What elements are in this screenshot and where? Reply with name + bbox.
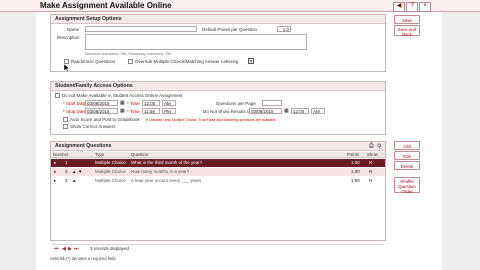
move-up-icon[interactable]: ▲ xyxy=(72,177,76,185)
prev-page-icon[interactable]: ◀ xyxy=(62,246,66,252)
pager-bar: ⏮ ◀ ▶ ⏭ 3 records displayed xyxy=(52,244,384,252)
show-results-date-input[interactable]: 03/08/2015 xyxy=(249,108,282,114)
row-number: 3 xyxy=(65,178,68,183)
setup-panel: Assignment Setup Options Name Default Po… xyxy=(50,14,386,72)
show-results-time-input[interactable]: 12:00 xyxy=(291,108,309,114)
stop-time-input[interactable]: 11:59 xyxy=(142,108,160,114)
name-input[interactable] xyxy=(85,26,197,32)
move-up-icon[interactable]: ▲ xyxy=(72,168,76,176)
row-points: 1.00 xyxy=(351,160,360,165)
access-panel: Student/Family Access Options Do not Mak… xyxy=(50,81,386,135)
required-note: Asterisk (*) denotes a required field. xyxy=(50,256,117,261)
row-question: What is the third month of the year? xyxy=(131,160,203,165)
questions-per-page-select[interactable] xyxy=(262,100,282,106)
col-question[interactable]: Question xyxy=(131,152,148,158)
shuffle-question-order-button[interactable]: Shuffle Question Order xyxy=(394,177,420,194)
auto-score-label: Auto Score and Post to Gradebook xyxy=(70,117,140,122)
access-heading: Student/Family Access Options xyxy=(51,82,385,91)
next-page-icon[interactable]: ▶ xyxy=(68,246,72,252)
delete-button[interactable]: Delete xyxy=(394,161,420,170)
left-margin xyxy=(0,0,36,270)
save-button[interactable]: Save xyxy=(394,15,420,24)
row-points: 1.00 xyxy=(351,178,360,183)
questions-per-page-label: Questions per Page xyxy=(216,101,256,106)
start-date-label: * Start Date xyxy=(63,101,87,106)
not-available-label: Do not Make Available in Student Access … xyxy=(62,93,183,98)
show-correct-label: Show Correct Answers xyxy=(70,124,116,129)
move-down-icon[interactable]: ▼ xyxy=(78,168,82,176)
start-time-input[interactable]: 12:00 xyxy=(142,100,160,106)
show-correct-checkbox[interactable] xyxy=(63,124,68,129)
row-type: Multiple Choice xyxy=(95,160,126,165)
row-question: A leap year occurs every ___ years xyxy=(131,178,202,183)
stop-date-label: * Stop Date xyxy=(63,109,87,114)
row-show: N xyxy=(369,160,373,165)
records-count: 3 records displayed xyxy=(90,246,130,251)
not-available-checkbox[interactable] xyxy=(55,93,60,98)
points-label: Default Points per Question xyxy=(202,27,258,32)
table-row[interactable]: ▸ 1 Multiple Choice What is the third mo… xyxy=(51,159,385,167)
start-calendar-icon[interactable]: ▦ xyxy=(120,100,125,106)
question-help-icon[interactable]: ? xyxy=(248,58,254,64)
save-and-back-button[interactable]: Save and Back xyxy=(394,25,420,37)
col-points[interactable]: Points xyxy=(347,152,359,158)
right-margin xyxy=(442,0,480,270)
override-checkbox[interactable] xyxy=(128,59,133,64)
table-row[interactable]: ▸ 3 ▲ Multiple Choice A leap year occurs… xyxy=(51,177,385,185)
start-time-label: * Time xyxy=(127,101,140,106)
close-icon[interactable]: × xyxy=(419,2,431,12)
col-show[interactable]: Show xyxy=(367,152,378,158)
row-number: 2 xyxy=(65,169,68,174)
description-textarea[interactable] xyxy=(85,34,307,50)
auto-score-note: If checked, only Multiple Choice, True/F… xyxy=(146,118,276,122)
edit-button[interactable]: Edit xyxy=(394,151,420,160)
mouse-pointer-icon xyxy=(64,64,70,73)
table-row[interactable]: ▸ 2 ▲ ▼ Multiple Choice How many months … xyxy=(51,168,385,176)
questions-panel: Assignment Questions ⎙ ⚲ Number Type Que… xyxy=(50,141,386,241)
row-question: How many months in a year? xyxy=(131,169,190,174)
row-show: N xyxy=(369,169,373,174)
start-date-input[interactable]: 03/08/2015 xyxy=(85,100,118,106)
description-label: Description xyxy=(57,35,80,40)
char-count-note: Maximum characters: 256; Remaining chara… xyxy=(85,52,172,56)
auto-score-checkbox[interactable] xyxy=(63,117,68,122)
questions-heading: Assignment Questions xyxy=(51,142,385,151)
expand-icon[interactable]: ▸ xyxy=(54,177,56,185)
randomize-label: Randomize Questions xyxy=(71,59,116,64)
stop-date-input[interactable]: 03/08/2015 xyxy=(85,108,118,114)
print-icon[interactable]: ⎙ xyxy=(369,143,374,150)
stop-calendar-icon[interactable]: ▦ xyxy=(120,108,125,114)
override-label: Override Multiple Choice/Matching Answer… xyxy=(135,59,239,64)
show-results-ampm-select[interactable]: AM xyxy=(311,108,325,114)
row-type: Multiple Choice xyxy=(95,178,126,183)
show-results-calendar-icon[interactable]: ▦ xyxy=(284,108,289,114)
setup-heading: Assignment Setup Options xyxy=(51,15,385,24)
add-button[interactable]: Add xyxy=(394,141,420,150)
expand-icon[interactable]: ▸ xyxy=(54,168,56,176)
col-type[interactable]: Type xyxy=(95,152,104,158)
points-input[interactable]: 1.0 xyxy=(277,26,291,32)
stop-ampm-select[interactable]: PM xyxy=(162,108,176,114)
name-label: Name xyxy=(67,27,80,32)
start-ampm-select[interactable]: AM xyxy=(162,100,176,106)
row-show: N xyxy=(369,178,373,183)
row-type: Multiple Choice xyxy=(95,169,126,174)
first-page-icon[interactable]: ⏮ xyxy=(54,246,59,252)
questions-grid-header: Number Type Question Points Show xyxy=(51,152,385,158)
expand-icon[interactable]: ▸ xyxy=(54,159,56,167)
last-page-icon[interactable]: ⏭ xyxy=(74,246,79,252)
row-number: 1 xyxy=(65,160,68,165)
stop-time-label: * Time xyxy=(127,109,140,114)
preview-icon[interactable]: ⚲ xyxy=(377,143,381,150)
col-number[interactable]: Number xyxy=(53,152,68,158)
window-titlebar: Make Assignment Available Online ◀ ? × xyxy=(0,0,480,12)
row-points: 1.00 xyxy=(351,169,360,174)
help-icon[interactable]: ? xyxy=(406,2,418,12)
window-title: Make Assignment Available Online xyxy=(40,1,172,10)
back-icon[interactable]: ◀ xyxy=(393,2,405,12)
